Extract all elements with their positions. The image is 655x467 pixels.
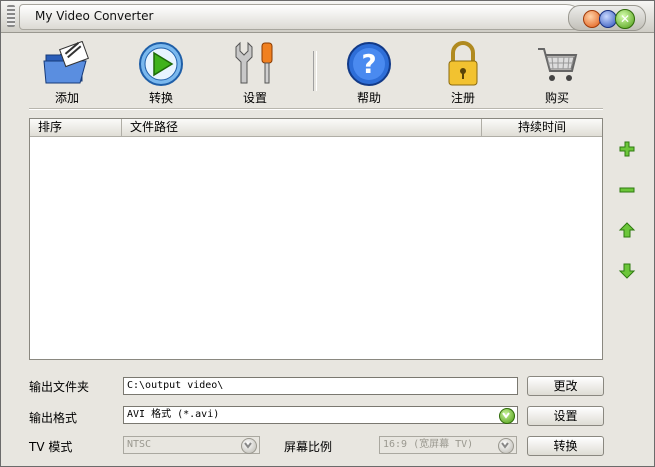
title-bar[interactable]: My Video Converter ✕ <box>1 1 654 33</box>
output-folder-field[interactable]: C:\output video\ <box>123 377 518 395</box>
grip-handle[interactable] <box>7 5 15 27</box>
toolbar-separator <box>313 51 317 91</box>
help-button[interactable]: ? 帮助 <box>331 41 407 107</box>
tv-mode-select[interactable]: NTSC <box>123 436 260 454</box>
window-title: My Video Converter <box>35 9 154 23</box>
aspect-ratio-select[interactable]: 16:9 (宽屏幕 TV) <box>379 436 517 454</box>
chevron-down-icon[interactable] <box>499 408 515 424</box>
output-folder-label: 输出文件夹 <box>29 380 90 394</box>
add-file-button[interactable] <box>618 140 636 158</box>
column-header-duration[interactable]: 持续时间 <box>482 119 602 136</box>
settings-tool-button[interactable]: 设置 <box>217 41 293 107</box>
buy-button-label: 购买 <box>544 91 569 105</box>
chevron-down-icon[interactable] <box>498 438 514 454</box>
move-down-button[interactable] <box>618 262 636 280</box>
tv-mode-value: NTSC <box>127 439 152 450</box>
help-button-label: 帮助 <box>356 91 381 105</box>
chevron-down-icon[interactable] <box>241 438 257 454</box>
format-settings-button[interactable]: 设置 <box>527 406 604 426</box>
play-icon <box>139 42 183 86</box>
column-header-order[interactable]: 排序 <box>30 119 122 136</box>
convert-button[interactable]: 转换 <box>527 436 604 456</box>
file-list[interactable]: 排序 文件路径 持续时间 <box>29 118 603 360</box>
buy-button[interactable]: 购买 <box>519 41 595 107</box>
add-button[interactable]: 添加 <box>29 41 105 107</box>
folder-add-icon <box>43 41 89 84</box>
main-window: My Video Converter ✕ 添加 转换 设置 ? 帮助 注册 购买… <box>0 0 655 467</box>
help-icon: ? <box>347 42 391 86</box>
close-button[interactable]: ✕ <box>615 9 635 29</box>
move-down-icon <box>618 263 636 279</box>
convert-tool-label: 转换 <box>148 91 173 105</box>
aspect-ratio-value: 16:9 (宽屏幕 TV) <box>383 439 474 450</box>
column-header-path[interactable]: 文件路径 <box>122 119 482 136</box>
aspect-ratio-label: 屏幕比例 <box>284 440 333 454</box>
lock-icon <box>448 41 478 86</box>
toolbar-divider <box>29 108 603 110</box>
toolbar: 添加 转换 设置 ? 帮助 注册 购买 <box>29 41 609 107</box>
convert-tool-button[interactable]: 转换 <box>123 41 199 107</box>
move-up-icon <box>618 222 636 238</box>
tools-icon <box>235 41 273 84</box>
output-format-select[interactable]: AVI 格式 (*.avi) <box>123 406 518 424</box>
add-button-label: 添加 <box>54 91 79 105</box>
register-button-label: 注册 <box>450 91 475 105</box>
remove-file-button[interactable] <box>618 181 636 199</box>
tv-mode-label: TV 模式 <box>29 440 73 454</box>
move-up-button[interactable] <box>618 221 636 239</box>
add-icon <box>619 141 635 157</box>
remove-icon <box>619 187 635 193</box>
output-format-label: 输出格式 <box>29 411 78 425</box>
settings-tool-label: 设置 <box>242 91 267 105</box>
register-button[interactable]: 注册 <box>425 41 501 107</box>
list-header: 排序 文件路径 持续时间 <box>30 119 602 137</box>
svg-text:?: ? <box>361 50 376 80</box>
window-controls: ✕ <box>568 5 646 31</box>
cart-icon <box>538 48 578 81</box>
change-folder-button[interactable]: 更改 <box>527 376 604 396</box>
output-format-value: AVI 格式 (*.avi) <box>127 409 220 420</box>
